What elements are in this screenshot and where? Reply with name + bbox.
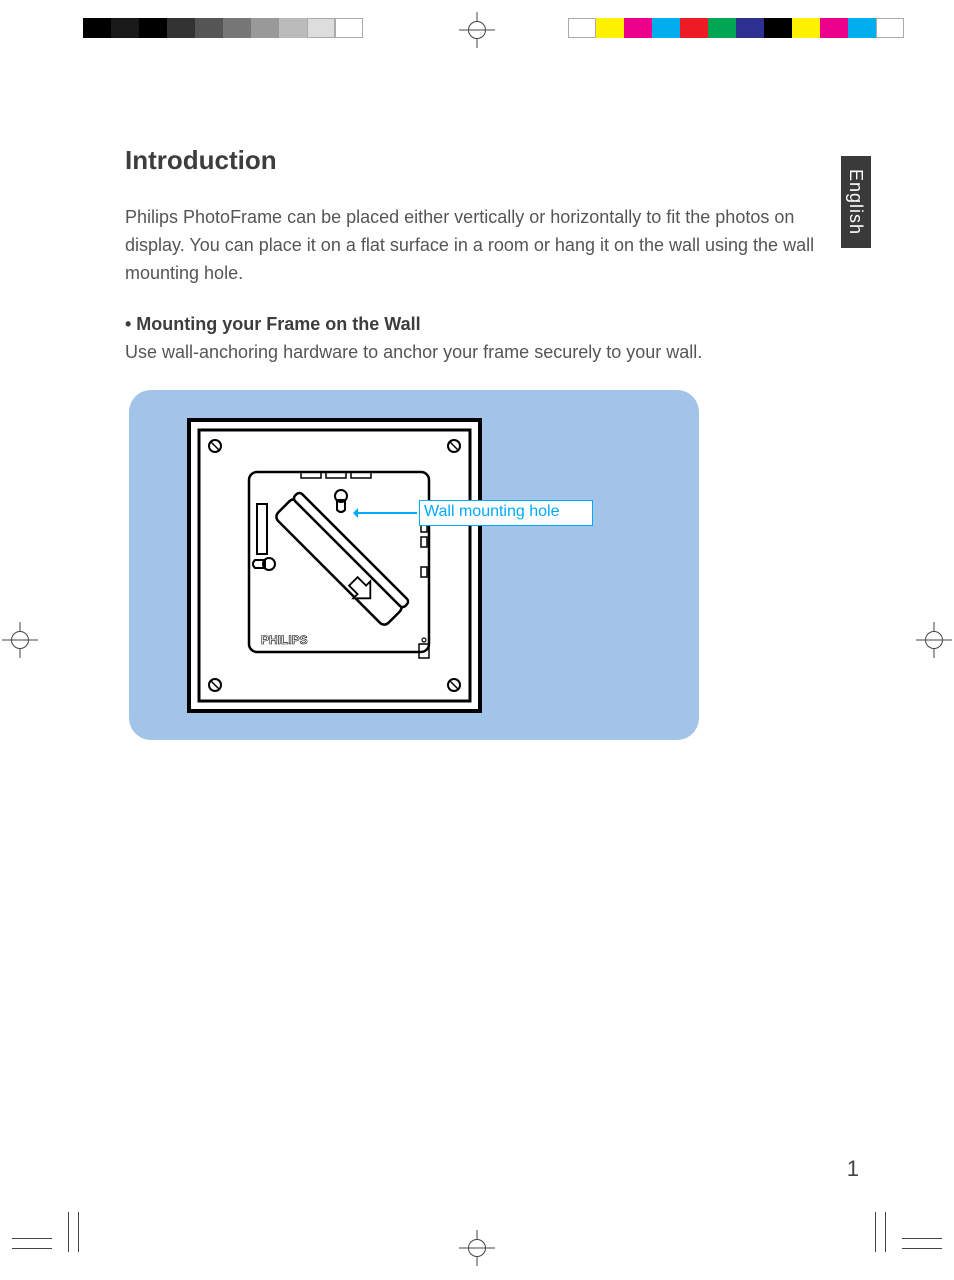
registration-mark-icon [916,622,952,658]
print-marks-top [0,18,954,48]
language-tab: English [841,156,871,248]
callout-arrow-icon [354,512,417,514]
brand-label: PHILIPS [261,633,308,647]
callout-label: Wall mounting hole [419,500,593,526]
crop-mark-icon [12,1202,82,1262]
intro-paragraph: Philips PhotoFrame can be placed either … [125,204,825,288]
registration-mark-icon [2,622,38,658]
page-title: Introduction [125,145,825,176]
diagram-panel: PHILIPS Wall mounting hole [129,390,699,740]
registration-mark-icon [459,1230,495,1266]
sub-paragraph: Use wall-anchoring hardware to anchor yo… [125,339,825,366]
color-swatch-strip [568,18,904,38]
registration-mark-icon [459,12,495,48]
subheading: • Mounting your Frame on the Wall [125,314,825,335]
page-content: Introduction Philips PhotoFrame can be p… [125,145,825,740]
page-number: 1 [847,1156,859,1182]
grayscale-swatch-strip [83,18,363,38]
crop-mark-icon [872,1202,942,1262]
wall-mount-hole-icon [335,490,347,512]
device-diagram: PHILIPS [187,418,482,713]
